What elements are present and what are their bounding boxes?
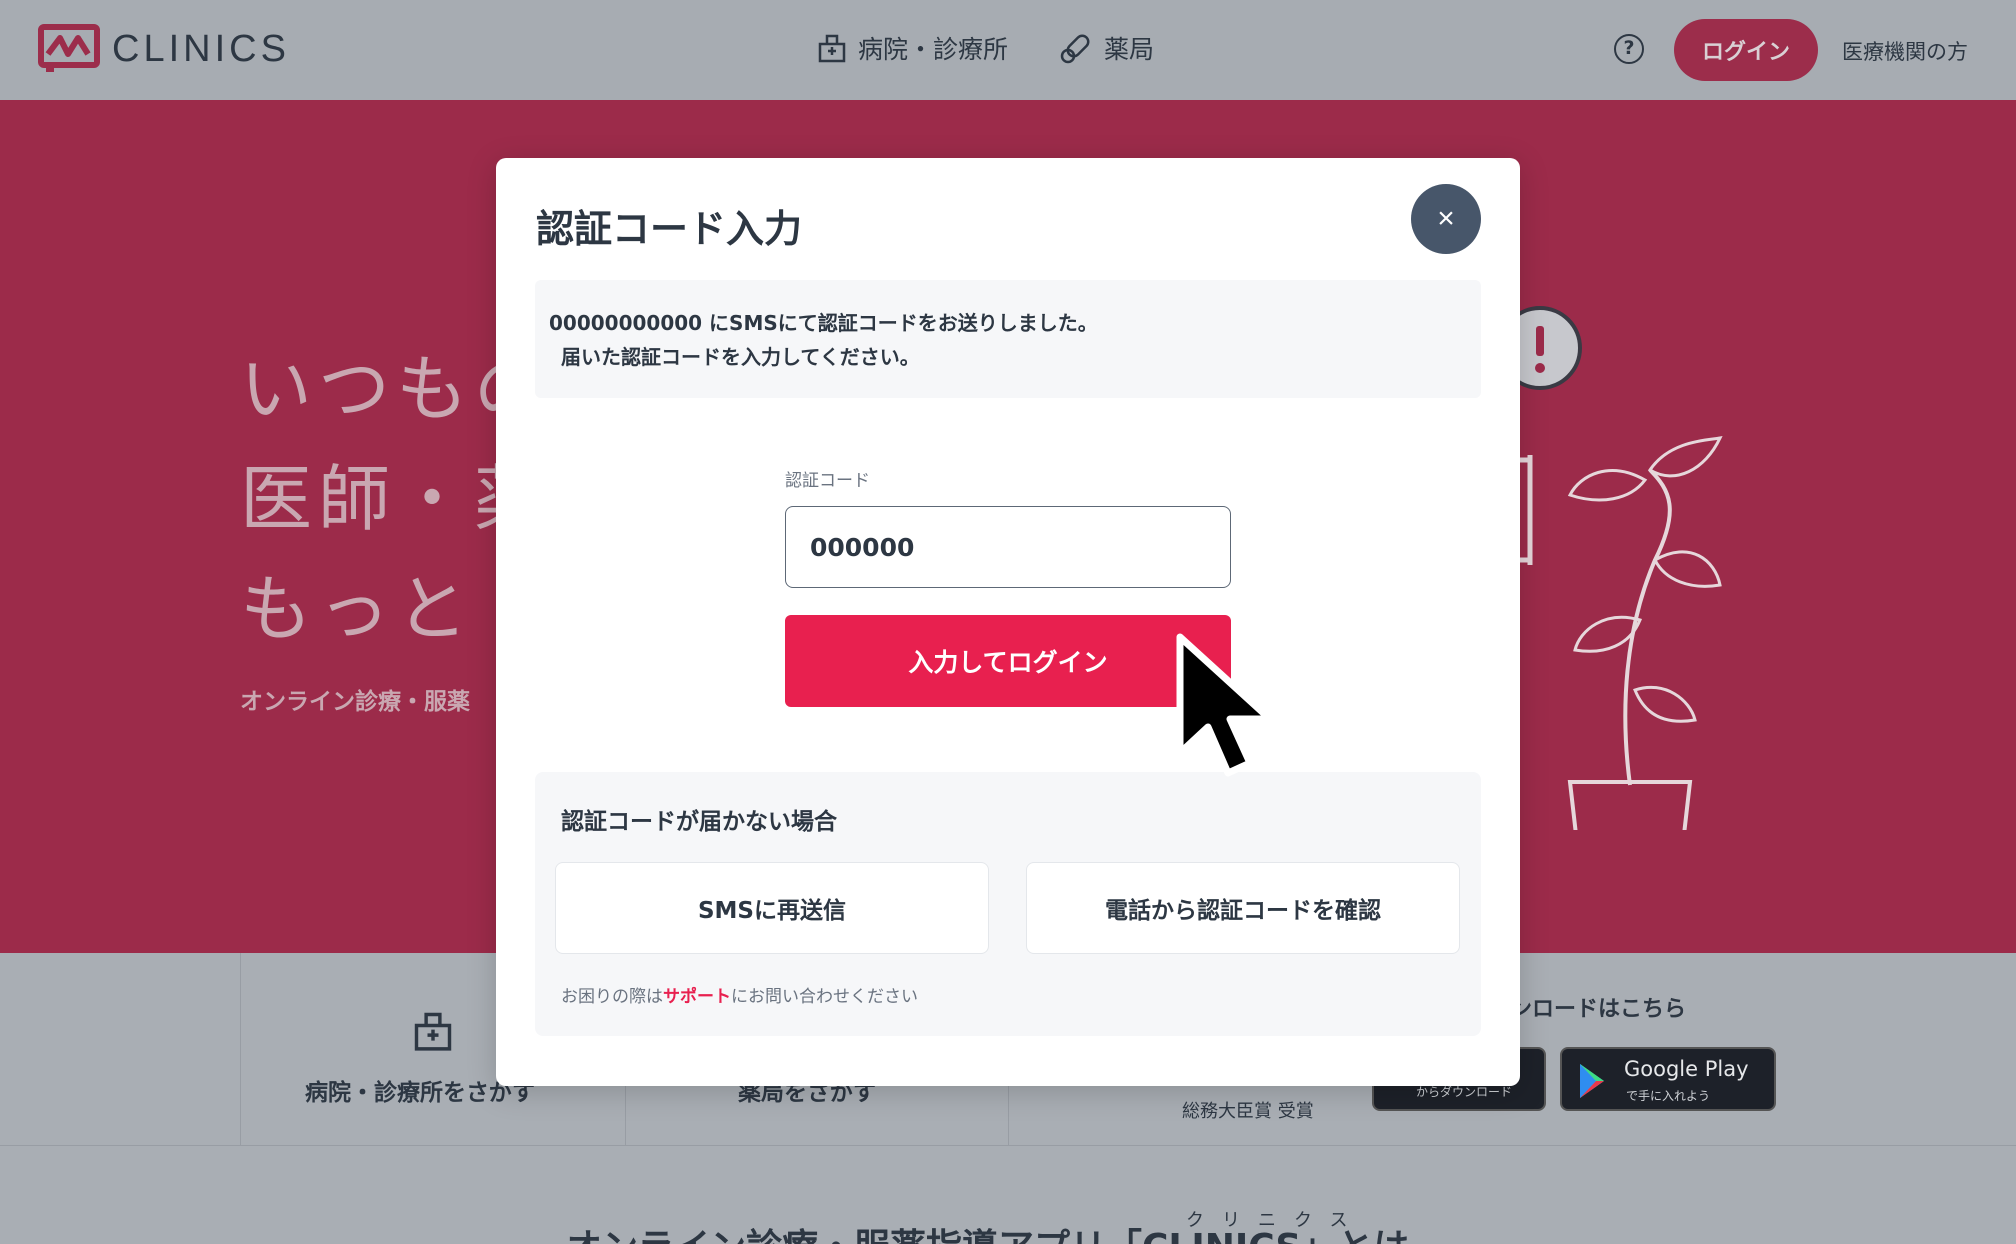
submit-login-button[interactable]: 入力してログイン (785, 615, 1231, 707)
help-title: 認証コードが届かない場合 (561, 809, 837, 835)
phone-verify-button[interactable]: 電話から認証コードを確認 (1026, 862, 1460, 954)
code-not-received-box: 認証コードが届かない場合 SMSに再送信 電話から認証コードを確認 お困りの際は… (535, 772, 1481, 1036)
auth-code-input[interactable] (785, 506, 1231, 588)
sms-info-box: 00000000000 にSMSにて認証コードをお送りしました。 届いた認証コー… (535, 280, 1481, 398)
plant-illustration-icon (1498, 306, 1723, 830)
sms-info-line-2: 届いた認証コードを入力してください。 (561, 345, 920, 369)
clinics-logo-icon (38, 24, 100, 72)
award-text: 総務大臣賞 受賞 (1182, 1101, 1314, 1122)
sms-info-line-1: 00000000000 にSMSにて認証コードをお送りしました。 (549, 311, 1098, 335)
googleplay-badge[interactable]: Google Play で手に入れよう (1560, 1047, 1776, 1111)
close-icon: × (1437, 202, 1455, 235)
support-link[interactable]: サポート (663, 987, 731, 1007)
mouse-cursor-icon (1176, 633, 1274, 777)
hospital-icon (818, 34, 846, 63)
nav-hospital[interactable]: 病院・診療所 (816, 30, 1008, 66)
support-suffix: にお問い合わせください (731, 987, 918, 1007)
code-field-label: 認証コード (785, 471, 870, 491)
nav-hospital-label: 病院・診療所 (858, 35, 1009, 64)
site-header: CLINICS 病院・診療所 薬局 ? ログイン 医療機関の方 (0, 0, 2016, 100)
nav-pharmacy-label: 薬局 (1104, 35, 1155, 64)
close-button[interactable]: × (1411, 184, 1481, 254)
resend-sms-button[interactable]: SMSに再送信 (555, 862, 989, 954)
googleplay-sub: で手に入れよう (1626, 1089, 1711, 1103)
bottom-section-title: オンライン診療・服薬指導アプリ「CLINICS」とは (566, 1218, 1409, 1244)
auth-code-modal: 認証コード入力 × 00000000000 にSMSにて認証コードをお送りしまし… (496, 158, 1520, 1086)
nav-pharmacy[interactable]: 薬局 (1060, 30, 1154, 66)
main-nav: 病院・診療所 薬局 (816, 30, 1154, 66)
logo-text: CLINICS (112, 27, 290, 70)
modal-title: 認証コード入力 (536, 207, 803, 251)
googleplay-title: Google Play (1624, 1057, 1749, 1081)
help-icon[interactable]: ? (1614, 34, 1644, 64)
support-prefix: お困りの際は (561, 987, 663, 1007)
hero-subtitle: オンライン診療・服薬 (240, 689, 470, 715)
download-title: ンロードはこちら (1510, 997, 1687, 1022)
google-play-icon (1580, 1064, 1604, 1098)
hospital-icon (414, 1012, 452, 1051)
header-login-button[interactable]: ログイン (1674, 19, 1818, 81)
support-text: お困りの際はサポートにお問い合わせください (561, 982, 918, 1007)
medical-institution-link[interactable]: 医療機関の方 (1842, 36, 1968, 66)
pill-icon (1060, 34, 1090, 64)
section-divider (0, 1145, 2016, 1146)
site-logo[interactable]: CLINICS (38, 24, 290, 74)
hero-line-3: もっと (240, 567, 475, 651)
